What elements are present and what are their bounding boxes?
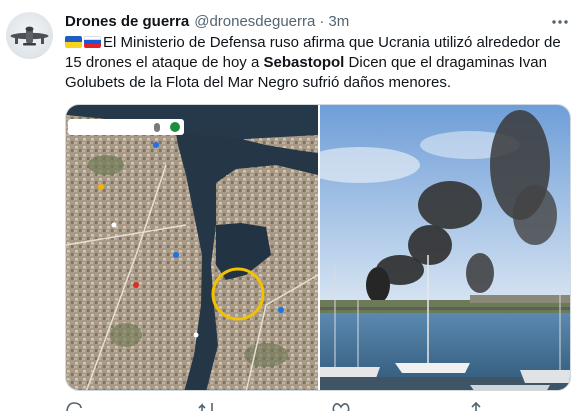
more-options-button[interactable] xyxy=(548,12,572,32)
author-name[interactable]: Drones de guerra xyxy=(65,13,189,30)
harbor-smoke-graphic xyxy=(320,105,570,390)
microphone-icon[interactable] xyxy=(154,122,160,132)
retweet-button[interactable] xyxy=(198,400,216,411)
tweet-actions xyxy=(65,398,565,411)
share-button[interactable] xyxy=(467,400,485,411)
smoke-photo[interactable] xyxy=(320,105,570,390)
retweet-icon xyxy=(198,403,213,411)
satellite-map-graphic xyxy=(66,105,318,390)
reply-icon xyxy=(66,402,82,411)
tweet-media xyxy=(65,104,571,391)
map-search-bar[interactable] xyxy=(68,119,184,135)
tweet-header: Drones de guerra @dronesdeguerra · 3m xyxy=(65,12,349,30)
like-icon xyxy=(332,403,350,411)
author-handle[interactable]: @dronesdeguerra xyxy=(194,13,315,30)
ukraine-flag-icon xyxy=(65,36,82,48)
tweet-timestamp[interactable]: 3m xyxy=(328,13,349,30)
like-button[interactable] xyxy=(332,400,350,411)
more-options-icon xyxy=(552,20,568,24)
reply-button[interactable] xyxy=(65,400,83,411)
separator-dot: · xyxy=(319,12,325,30)
tweet-text-bold: Sebastopol xyxy=(263,54,345,71)
map-image[interactable] xyxy=(66,105,318,390)
share-icon xyxy=(471,401,481,411)
avatar[interactable] xyxy=(6,12,53,59)
russia-flag-icon xyxy=(84,36,101,48)
drone-avatar-icon xyxy=(10,26,49,46)
lens-icon[interactable] xyxy=(170,122,180,132)
tweet-text: El Ministerio de Defensa ruso afirma que… xyxy=(65,33,570,93)
